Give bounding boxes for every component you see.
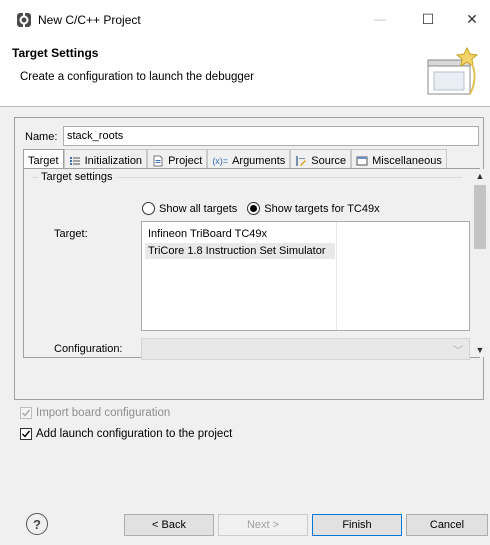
close-button[interactable]: ✕ [454,6,490,32]
check-icon [22,430,31,438]
show-all-targets-label: Show all targets [159,202,238,215]
project-icon [153,155,163,166]
tab-label: Arguments [232,154,286,167]
wizard-banner: Target Settings Create a configuration t… [0,38,490,106]
tab-label: Initialization [84,154,143,167]
help-button[interactable]: ? [26,513,48,535]
minimize-button[interactable]: — [362,6,398,32]
tab-miscellaneous[interactable]: Miscellaneous [351,149,447,169]
tab-label: Project [168,154,203,167]
target-tab-content: Target settings Show all targets Show ta… [23,168,487,360]
tab-label: Source [311,154,347,167]
target-settings-group: Target settings Show all targets Show ta… [32,171,470,360]
name-input[interactable] [63,126,479,146]
maximize-icon: ☐ [421,10,435,27]
add-launch-checkbox[interactable] [20,428,32,440]
source-icon [296,155,307,166]
target-filter-radios: Show all targets Show targets for TC49x [142,202,380,215]
launch-config-panel: Name: Target Initialization Project (x)=… [14,117,487,400]
next-button[interactable]: Next > [218,514,308,536]
vertical-scrollbar[interactable]: ▲ ▼ [473,169,487,357]
close-icon: ✕ [466,10,478,27]
cancel-button[interactable]: Cancel [406,514,488,536]
wizard-banner-icon [427,46,479,95]
tab-target[interactable]: Target [23,149,64,169]
scroll-down-icon[interactable]: ▼ [473,343,487,357]
target-list-item-selected[interactable]: TriCore 1.8 Instruction Set Simulator [145,243,335,259]
check-icon [22,409,31,417]
scrollbar-thumb[interactable] [474,185,486,249]
add-launch-label: Add launch configuration to the project [36,428,233,440]
add-launch-option: Add launch configuration to the project [20,428,232,440]
list-column-divider [336,222,337,330]
tab-label: Target [28,154,59,167]
chevron-down-icon: ﹀ [453,346,463,357]
wizard-content: Name: Target Initialization Project (x)=… [0,107,490,545]
help-icon: ? [33,516,41,532]
tab-initialization[interactable]: Initialization [63,149,148,169]
tab-label: Miscellaneous [372,154,442,167]
misc-icon [356,156,368,165]
import-board-label: Import board configuration [36,407,171,419]
page-title: Target Settings [12,46,99,60]
list-icon [69,156,80,165]
target-list-item[interactable]: Infineon TriBoard TC49x [145,226,335,242]
back-button[interactable]: < Back [124,514,214,536]
tab-source[interactable]: Source [290,149,352,169]
group-label: Target settings [38,171,116,183]
import-board-checkbox[interactable] [20,407,32,419]
maximize-button[interactable]: ☐ [410,6,446,32]
window-title: New C/C++ Project [38,13,141,27]
show-all-targets-radio[interactable] [142,202,155,215]
app-icon [17,13,31,27]
target-list[interactable]: Infineon TriBoard TC49x TriCore 1.8 Inst… [141,221,470,331]
tab-project[interactable]: Project [147,149,208,169]
finish-button[interactable]: Finish [312,514,402,536]
show-targets-for-label: Show targets for TC49x [264,202,380,215]
tab-arguments[interactable]: (x)= Arguments [207,149,291,169]
minimize-icon: — [374,12,386,26]
import-board-option: Import board configuration [20,407,170,419]
arguments-icon: (x)= [212,155,229,166]
show-targets-for-radio[interactable] [247,202,261,215]
configuration-select[interactable]: ﹀ [141,338,470,360]
configuration-label: Configuration: [54,343,123,355]
target-label: Target: [54,228,88,240]
config-tabs: Target Initialization Project (x)= Argum… [23,149,447,169]
wizard-button-bar: ? < Back Next > Finish Cancel [0,500,490,545]
name-label: Name: [25,131,58,143]
window-titlebar: New C/C++ Project — ☐ ✕ [0,0,490,38]
page-description: Create a configuration to launch the deb… [20,71,254,83]
scroll-up-icon[interactable]: ▲ [473,169,487,183]
